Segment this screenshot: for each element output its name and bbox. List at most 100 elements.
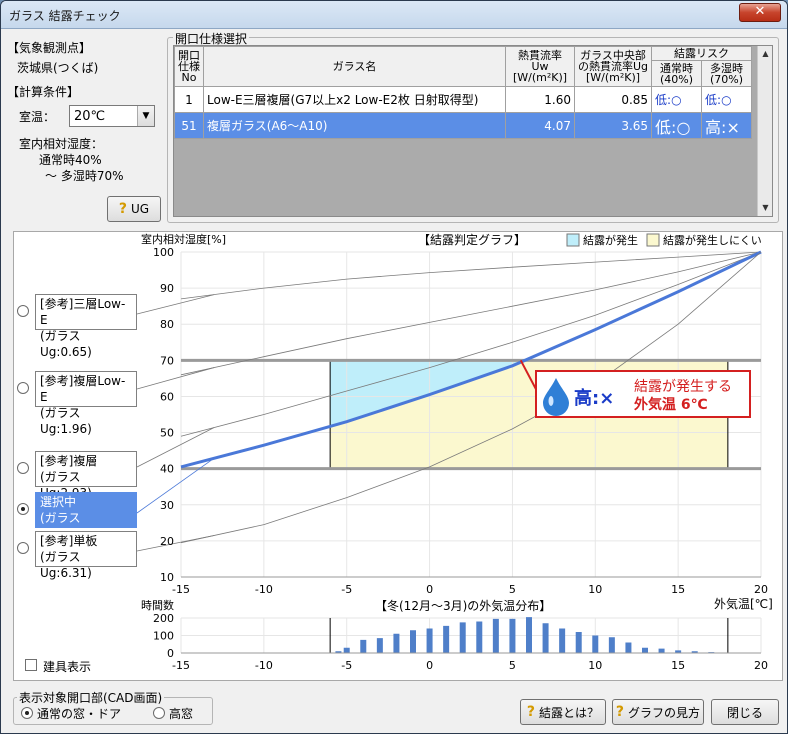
- hist-y-tick: 200: [153, 612, 174, 625]
- close-button-label: 閉じる: [726, 705, 763, 720]
- frame-display-checkbox[interactable]: [25, 659, 37, 671]
- x-tick-label: 10: [588, 583, 602, 596]
- hist-x-tick: 20: [754, 659, 768, 672]
- water-drop-highlight: [548, 396, 554, 406]
- x-tick-label: 0: [426, 583, 433, 596]
- option-high-radio[interactable]: [153, 707, 165, 719]
- x-tick-label: -5: [341, 583, 352, 596]
- hist-bar: [625, 642, 632, 653]
- ref-label-main: [参考]三層Low-E: [40, 297, 126, 327]
- ref-label-main: [参考]複層Low-E: [40, 374, 126, 404]
- y-tick-label: 10: [160, 571, 174, 584]
- y-axis-label: 室内相対湿度[%]: [141, 232, 226, 246]
- x-tick-label: -10: [255, 583, 273, 596]
- hist-bar: [459, 622, 466, 653]
- hist-x-tick: -15: [172, 659, 190, 672]
- ref-radio-0[interactable]: [17, 305, 29, 317]
- y-tick-label: 40: [160, 463, 174, 476]
- graph-guide-label: グラフの見方: [628, 705, 701, 720]
- x-tick-label: -15: [172, 583, 190, 596]
- ref-label-main: [参考]単板: [40, 534, 98, 548]
- help-icon: ?: [526, 704, 536, 720]
- ref-connector-4: [136, 535, 215, 552]
- hist-bar: [526, 617, 532, 653]
- ref-label-main: 選択中: [40, 495, 77, 509]
- annotation-text2: 外気温 6℃: [634, 396, 708, 413]
- ref-label-ug: (ガラスUg:0.65): [40, 329, 92, 359]
- y-tick-label: 30: [160, 499, 174, 512]
- hist-x-tick: 15: [671, 659, 685, 672]
- legend-swatch-safe: [646, 233, 660, 247]
- ref-radio-4[interactable]: [17, 542, 29, 554]
- hist-x-tick: -10: [255, 659, 273, 672]
- x-tick-label: 20: [754, 583, 768, 596]
- graph-guide-button[interactable]: ? グラフの見方: [612, 699, 704, 725]
- help-icon: ?: [615, 704, 625, 720]
- hist-bar: [492, 618, 499, 653]
- what-is-condensation-label: 結露とは？: [539, 705, 600, 720]
- hist-bar: [608, 637, 615, 653]
- hist-y-tick: 100: [153, 630, 174, 643]
- ref-box-0[interactable]: [参考]三層Low-E (ガラスUg:0.65): [35, 294, 137, 359]
- x-tick-label: 15: [671, 583, 685, 596]
- hist-bar: [360, 639, 367, 653]
- frame-display-label: 建具表示: [43, 660, 92, 674]
- ref-box-4[interactable]: [参考]単板 (ガラスUg:6.31): [35, 531, 137, 580]
- hist-bar: [642, 647, 648, 653]
- hist-bar: [376, 638, 383, 653]
- hist-bar: [393, 633, 400, 653]
- cad-target-group-title: 表示対象開口部(CAD画面): [17, 689, 165, 706]
- annotation-risk: 高:×: [574, 387, 614, 409]
- ref-box-2[interactable]: [参考]複層(ガラスUg:2.93): [35, 451, 137, 500]
- option-normal-radio[interactable]: [21, 707, 33, 719]
- x-tick-label: 5: [509, 583, 516, 596]
- temperature-distribution-chart: 0100200-15 -10 -5 0 5 10 15 20時間数 【冬(12月～3月)の外気温…: [141, 598, 768, 672]
- y-tick-label: 80: [160, 318, 174, 331]
- what-is-condensation-button[interactable]: ? 結露とは？: [520, 699, 606, 725]
- y-tick-label: 20: [160, 535, 174, 548]
- y-tick-label: 60: [160, 390, 174, 403]
- y-tick-label: 90: [160, 282, 174, 295]
- hist-bar: [559, 628, 566, 653]
- hist-bar: [592, 635, 599, 653]
- hist-title: 【冬(12月～3月)の外気温分布】: [375, 598, 551, 613]
- hist-bar: [343, 647, 350, 653]
- ref-label-main: [参考]複層: [40, 454, 98, 468]
- hist-bar: [476, 621, 483, 653]
- legend-swatch-condensation: [566, 233, 580, 247]
- ref-radio-3[interactable]: [17, 503, 29, 515]
- hist-bar: [443, 625, 450, 653]
- ref-label-ug: (ガラスUg:1.96): [40, 406, 92, 436]
- hist-y-label: 時間数: [141, 599, 174, 612]
- y-tick-label: 50: [160, 427, 174, 440]
- legend-label-safe: 結露が発生しにくい: [663, 233, 762, 247]
- hist-x-tick: 5: [509, 659, 516, 672]
- close-button[interactable]: 閉じる: [711, 699, 779, 725]
- ref-radio-2[interactable]: [17, 462, 29, 474]
- annotation-text1: 結露が発生する: [634, 379, 732, 395]
- ref-radio-1[interactable]: [17, 382, 29, 394]
- chart-title: 【結露判定グラフ】: [418, 232, 526, 247]
- ref-connector-1: [136, 367, 215, 390]
- series-line-1: [180, 251, 762, 376]
- option-high-label: 高窓: [169, 707, 194, 721]
- ref-connector-0: [136, 294, 215, 315]
- option-normal-label: 通常の窓・ドア: [37, 707, 122, 721]
- hist-x-tick: 0: [426, 659, 433, 672]
- series-line-0: [180, 251, 762, 300]
- hist-x-tick: 10: [588, 659, 602, 672]
- hist-bar: [509, 618, 516, 653]
- y-tick-label: 100: [153, 246, 174, 259]
- legend-label-condensation: 結露が発生: [583, 233, 638, 247]
- y-tick-label: 70: [160, 354, 174, 367]
- hist-bar: [410, 630, 416, 653]
- ref-box-1[interactable]: [参考]複層Low-E (ガラスUg:1.96): [35, 371, 137, 436]
- hist-bar: [542, 623, 549, 653]
- hist-bar: [426, 628, 433, 653]
- hist-x-tick: -5: [341, 659, 352, 672]
- window: ガラス 結露チェック ✕ 【気象観測点】 茨城県(つくば) 【計算条件】 室温：…: [0, 0, 788, 734]
- hist-bar: [575, 632, 582, 653]
- x-axis-label: 外気温[℃]: [714, 596, 773, 611]
- ref-box-3[interactable]: 選択中(ガラスUg:3.65): [35, 492, 137, 541]
- hist-bar: [658, 648, 665, 653]
